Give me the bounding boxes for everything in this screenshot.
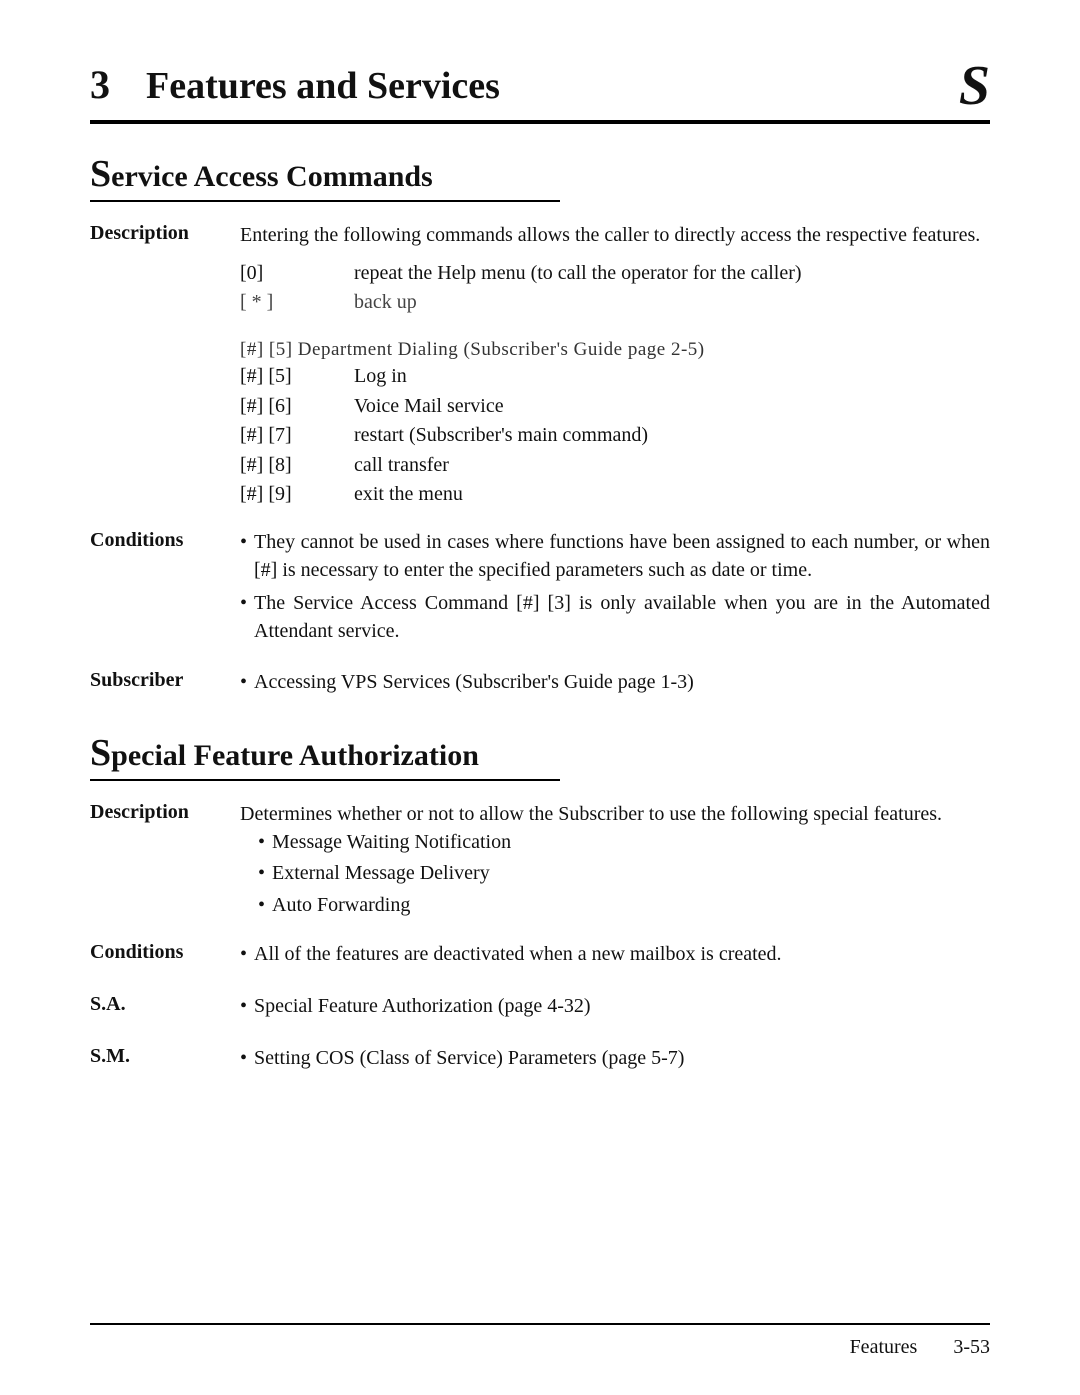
artifact-line: [#] [5] Department Dialing (Subscriber's… — [240, 337, 990, 363]
section-title-sac: Service Access Commands — [90, 152, 560, 202]
sfa-description-text: Determines whether or not to allow the S… — [240, 801, 990, 829]
sac-subscriber-content: [#] [5] Department Dialing (Subscriber's… — [240, 337, 990, 511]
label-sm: S.M. — [90, 1045, 240, 1079]
sfa-conditions-row: Conditions All of the features are deact… — [90, 941, 990, 975]
sfa-sa-content: Special Feature Authorization (page 4-32… — [240, 993, 990, 1027]
sfa-sm-row: S.M. Setting COS (Class of Service) Para… — [90, 1045, 990, 1079]
cmd-line: [#] [8] call transfer — [240, 452, 990, 480]
cmd-desc: exit the menu — [354, 481, 463, 509]
cmd-desc: back up — [354, 289, 417, 317]
cmd-key: [0] — [240, 260, 326, 288]
chapter-number: 3 — [90, 61, 110, 108]
label-conditions: Conditions — [90, 529, 240, 651]
cmd-key: [#] [6] — [240, 393, 326, 421]
chapter-header: 3 Features and Services S — [90, 48, 990, 124]
label-subscriber: Subscriber — [90, 669, 240, 703]
footer: Features 3-53 — [850, 1336, 990, 1359]
sac-description-text: Entering the following commands allows t… — [240, 222, 990, 250]
cmd-line: [ * ] back up — [240, 289, 990, 317]
section-dropcap: S — [90, 732, 111, 774]
section-dropcap: S — [90, 153, 111, 195]
section-title-text: pecial Feature Authorization — [111, 739, 479, 772]
bullet: External Message Delivery — [258, 860, 990, 888]
label-sa: S.A. — [90, 993, 240, 1027]
sac-description-row: Description Entering the following comma… — [90, 222, 990, 319]
sac-conditions-row: Conditions They cannot be used in cases … — [90, 529, 990, 651]
bullet: Accessing VPS Services (Subscriber's Gui… — [240, 669, 990, 697]
section-title-sfa: Special Feature Authorization — [90, 731, 560, 781]
bullet: They cannot be used in cases where funct… — [240, 529, 990, 584]
cmd-key: [ * ] — [240, 289, 326, 317]
label-artifact — [90, 337, 240, 511]
chapter-left: 3 Features and Services — [90, 61, 500, 108]
chapter-title: Features and Services — [146, 64, 500, 108]
cmd-desc: repeat the Help menu (to call the operat… — [354, 260, 802, 288]
cmd-key: [#] [9] — [240, 481, 326, 509]
section-title-text: ervice Access Commands — [111, 160, 433, 193]
cmd-line: [#] [9] exit the menu — [240, 481, 990, 509]
cmd-line: [#] [7] restart (Subscriber's main comma… — [240, 422, 990, 450]
bullet: Setting COS (Class of Service) Parameter… — [240, 1045, 990, 1073]
cmd-desc: Log in — [354, 363, 407, 391]
label-description: Description — [90, 801, 240, 923]
footer-page: 3-53 — [953, 1336, 990, 1359]
cmd-desc: restart (Subscriber's main command) — [354, 422, 648, 450]
cmd-desc: call transfer — [354, 452, 449, 480]
cmd-key: [#] [7] — [240, 422, 326, 450]
sfa-sm-content: Setting COS (Class of Service) Parameter… — [240, 1045, 990, 1079]
chapter-icon: S — [959, 54, 990, 118]
cmd-key: [#] [5] — [240, 363, 326, 391]
footer-rule — [90, 1323, 990, 1325]
sfa-feature-list: Message Waiting Notification External Me… — [258, 829, 990, 920]
footer-section: Features — [850, 1336, 918, 1359]
sac-subscriber-ref-row: Subscriber Accessing VPS Services (Subsc… — [90, 669, 990, 703]
label-conditions: Conditions — [90, 941, 240, 975]
sac-subscriber-block: [#] [5] Department Dialing (Subscriber's… — [90, 337, 990, 511]
sfa-description-row: Description Determines whether or not to… — [90, 801, 990, 923]
bullet: Message Waiting Notification — [258, 829, 990, 857]
cmd-desc: Voice Mail service — [354, 393, 504, 421]
bullet: The Service Access Command [#] [3] is on… — [240, 590, 990, 645]
cmd-key: [#] [8] — [240, 452, 326, 480]
sac-desc-lines: [0] repeat the Help menu (to call the op… — [240, 260, 990, 317]
bullet: Special Feature Authorization (page 4-32… — [240, 993, 990, 1021]
sac-conditions-content: They cannot be used in cases where funct… — [240, 529, 990, 651]
cmd-line: [#] [5] Log in — [240, 363, 990, 391]
bullet: Auto Forwarding — [258, 892, 990, 920]
cmd-line: [0] repeat the Help menu (to call the op… — [240, 260, 990, 288]
cmd-line: [#] [6] Voice Mail service — [240, 393, 990, 421]
label-description: Description — [90, 222, 240, 319]
sfa-conditions-content: All of the features are deactivated when… — [240, 941, 990, 975]
bullet: All of the features are deactivated when… — [240, 941, 990, 969]
sac-subscriber-ref-content: Accessing VPS Services (Subscriber's Gui… — [240, 669, 990, 703]
sac-description-content: Entering the following commands allows t… — [240, 222, 990, 319]
sfa-sa-row: S.A. Special Feature Authorization (page… — [90, 993, 990, 1027]
sfa-description-content: Determines whether or not to allow the S… — [240, 801, 990, 923]
